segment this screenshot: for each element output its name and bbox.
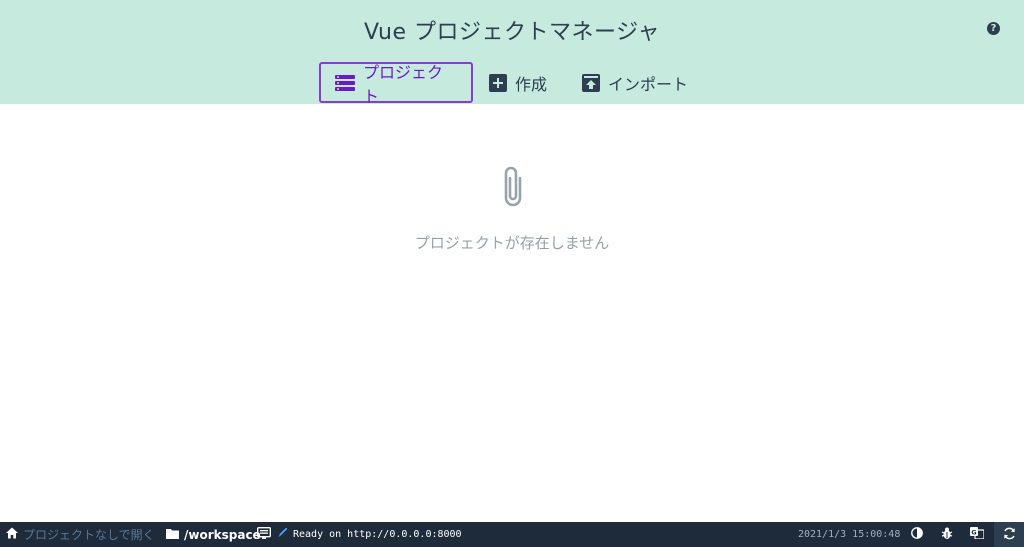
folder-icon: [166, 528, 179, 542]
bug-icon: [941, 527, 953, 543]
translate-icon: G: [970, 527, 985, 542]
terminal-icon: [256, 526, 272, 542]
current-folder-button[interactable]: /workspace: [166, 522, 261, 547]
report-bug-button[interactable]: [936, 522, 958, 547]
open-without-project-button[interactable]: プロジェクトなしで開く: [6, 522, 155, 547]
refresh-button[interactable]: [994, 522, 1024, 547]
open-without-project-label: プロジェクトなしで開く: [23, 528, 155, 542]
page-title: Vue プロジェクトマネージャ: [364, 20, 660, 45]
svg-text:G: G: [971, 528, 976, 536]
empty-state-message: プロジェクトが存在しません: [414, 234, 610, 252]
tab-import[interactable]: インポート: [582, 62, 688, 103]
theme-toggle-button[interactable]: [906, 522, 928, 547]
tab-label: インポート: [608, 74, 689, 94]
main-tabs: プロジェクト 作成 インポート: [0, 62, 1024, 106]
tab-label: 作成: [515, 74, 548, 94]
brush-icon: [277, 527, 288, 541]
plus-square-icon: [489, 73, 507, 92]
theme-toggle-icon: [911, 527, 923, 542]
tab-projects[interactable]: プロジェクト: [319, 62, 473, 106]
log-status-text: Ready on http://0.0.0.0:8000: [293, 529, 462, 540]
tab-label: プロジェクト: [363, 62, 444, 106]
current-folder-label: /workspace: [184, 527, 261, 542]
main-content: プロジェクトが存在しません: [0, 104, 1024, 522]
status-bar: プロジェクトなしで開く /workspace Ready on http://0…: [0, 522, 1024, 547]
paperclip-icon: [500, 164, 526, 212]
log-status-button[interactable]: Ready on http://0.0.0.0:8000: [256, 522, 462, 547]
help-icon[interactable]: ?: [987, 22, 1000, 35]
refresh-icon: [1003, 527, 1016, 543]
app-header: Vue プロジェクトマネージャ ? プロジェクト 作成 インポート: [0, 0, 1024, 106]
home-icon: [6, 527, 18, 542]
timestamp: 2021/1/3 15:00:48: [798, 529, 901, 540]
import-icon: [582, 73, 600, 92]
translate-button[interactable]: G: [966, 522, 988, 547]
tab-create[interactable]: 作成: [489, 62, 547, 103]
list-icon: [335, 74, 355, 91]
